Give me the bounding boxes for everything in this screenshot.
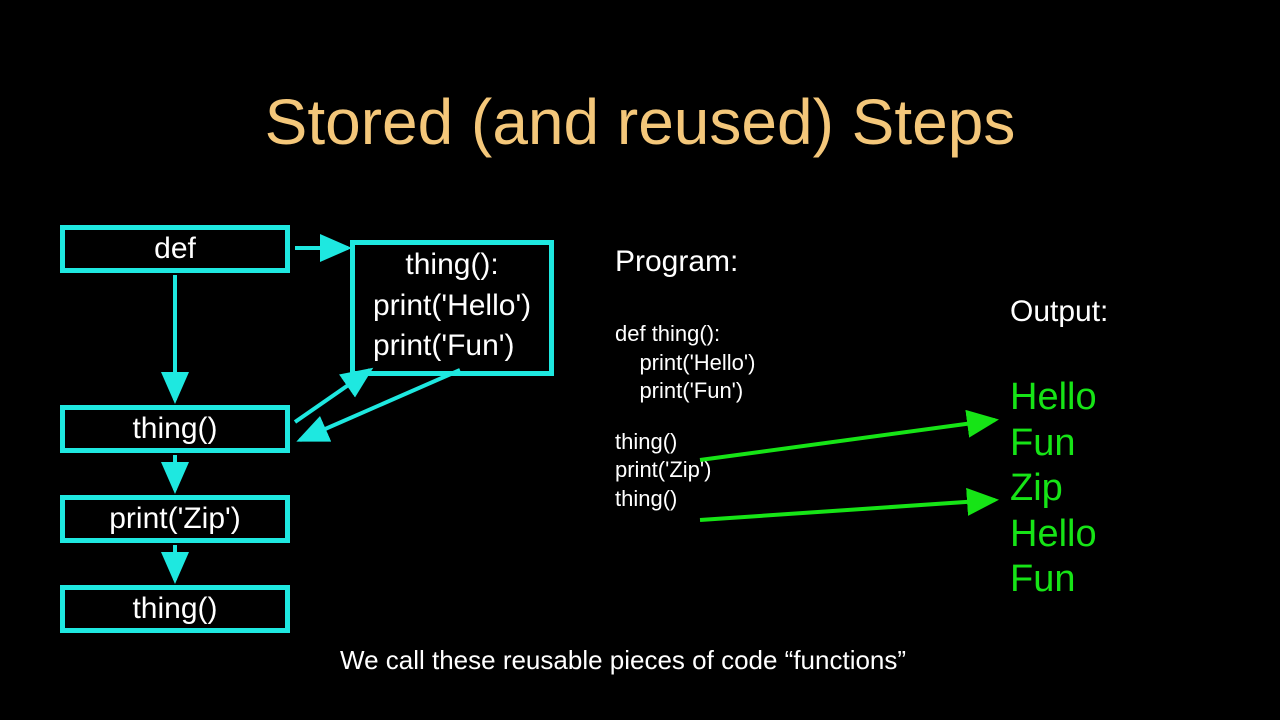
program-line-5: thing() xyxy=(615,428,755,457)
flow-box-print-zip: print('Zip') xyxy=(60,495,290,543)
arrow-codeblock-to-thing1 xyxy=(300,370,460,440)
output-text: Hello Fun Zip Hello Fun xyxy=(1010,375,1097,603)
footer-caption: We call these reusable pieces of code “f… xyxy=(340,645,906,676)
function-definition-block: thing(): print('Hello') print('Fun') xyxy=(350,240,554,376)
program-label: Program: xyxy=(615,245,738,279)
output-line-1: Hello xyxy=(1010,375,1097,421)
output-line-4: Hello xyxy=(1010,512,1097,558)
funcdef-line-1: thing(): xyxy=(373,245,531,286)
program-line-1: def thing(): xyxy=(615,320,755,349)
funcdef-line-3: print('Fun') xyxy=(373,326,531,367)
output-line-5: Fun xyxy=(1010,557,1097,603)
program-line-6: print('Zip') xyxy=(615,456,755,485)
slide-title: Stored (and reused) Steps xyxy=(0,85,1280,159)
arrow-thing1-to-codeblock xyxy=(295,370,370,422)
output-label: Output: xyxy=(1010,295,1108,329)
program-line-3: print('Fun') xyxy=(615,377,755,406)
program-code: def thing(): print('Hello') print('Fun')… xyxy=(615,320,755,514)
program-line-2: print('Hello') xyxy=(615,349,755,378)
flow-box-thing-call-1: thing() xyxy=(60,405,290,453)
program-line-7: thing() xyxy=(615,485,755,514)
funcdef-line-2: print('Hello') xyxy=(373,286,531,327)
program-line-4 xyxy=(615,406,755,428)
output-line-3: Zip xyxy=(1010,466,1097,512)
flow-box-thing-call-2: thing() xyxy=(60,585,290,633)
flow-box-def: def xyxy=(60,225,290,273)
output-line-2: Fun xyxy=(1010,421,1097,467)
